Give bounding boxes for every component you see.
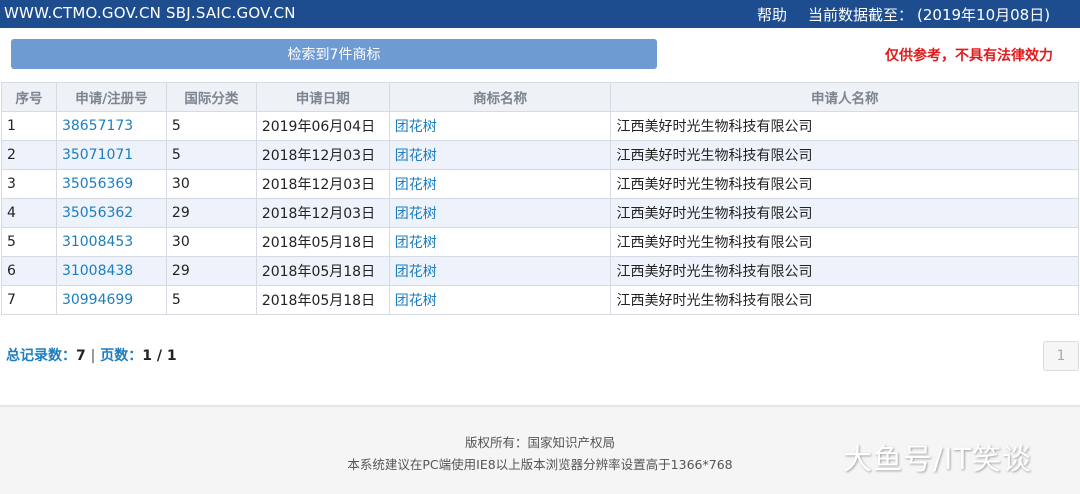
- pagination-page-button[interactable]: 1: [1043, 341, 1079, 371]
- total-records-label: 总记录数：: [6, 348, 76, 364]
- cell-serial: 3: [1, 169, 57, 199]
- cell-date: 2018年12月03日: [255, 169, 390, 199]
- cell-class: 30: [165, 227, 257, 257]
- pages-label: 页数：: [100, 348, 143, 364]
- cell-applicant: 江西美好时光生物科技有限公司: [610, 198, 1079, 228]
- trademark-name-link[interactable]: 团花树: [395, 293, 437, 309]
- cell-serial: 4: [1, 198, 57, 228]
- site-domains: WWW.CTMO.GOV.CN SBJ.SAIC.GOV.CN: [4, 4, 296, 22]
- reg-number-link[interactable]: 38657173: [62, 118, 133, 134]
- cell-date: 2018年05月18日: [255, 256, 390, 286]
- reg-number-link[interactable]: 31008438: [62, 263, 133, 279]
- cell-trademark-name: 团花树: [388, 198, 612, 228]
- header-date[interactable]: 申请日期: [255, 82, 390, 112]
- table-row[interactable]: 6 31008438 29 2018年05月18日 团花树 江西美好时光生物科技…: [1, 256, 1079, 286]
- trademark-name-link[interactable]: 团花树: [395, 235, 437, 251]
- cell-date: 2018年05月18日: [255, 285, 390, 315]
- reg-number-link[interactable]: 31008453: [62, 234, 133, 250]
- cell-serial: 7: [1, 285, 57, 315]
- cell-date: 2018年12月03日: [255, 198, 390, 228]
- cell-reg-number: 38657173: [55, 111, 167, 141]
- header-trademark-name[interactable]: 商标名称: [388, 82, 612, 112]
- table-row[interactable]: 1 38657173 5 2019年06月04日 团花树 江西美好时光生物科技有…: [1, 111, 1079, 141]
- data-date-label: 当前数据截至：: [808, 6, 914, 24]
- pages-value: 1 / 1: [142, 348, 177, 364]
- header-applicant[interactable]: 申请人名称: [610, 82, 1079, 112]
- watermark: 大鱼号/IT笑谈: [843, 442, 1033, 476]
- cell-class: 29: [165, 256, 257, 286]
- top-bar: WWW.CTMO.GOV.CN SBJ.SAIC.GOV.CN 帮助 当前数据截…: [0, 0, 1080, 28]
- trademark-name-link[interactable]: 团花树: [395, 264, 437, 280]
- cell-date: 2018年12月03日: [255, 140, 390, 170]
- reg-number-link[interactable]: 35056362: [62, 205, 133, 221]
- table-row[interactable]: 2 35071071 5 2018年12月03日 团花树 江西美好时光生物科技有…: [1, 140, 1079, 170]
- cell-date: 2018年05月18日: [255, 227, 390, 257]
- cell-class: 5: [165, 111, 257, 141]
- reg-number-link[interactable]: 35071071: [62, 147, 133, 163]
- cell-class: 29: [165, 198, 257, 228]
- disclaimer-text: 仅供参考，不具有法律效力: [885, 48, 1053, 64]
- cell-class: 5: [165, 285, 257, 315]
- header-serial[interactable]: 序号: [1, 82, 57, 112]
- cell-serial: 5: [1, 227, 57, 257]
- cell-serial: 6: [1, 256, 57, 286]
- data-date-value: (2019年10月08日): [917, 6, 1051, 24]
- cell-reg-number: 35056362: [55, 198, 167, 228]
- cell-trademark-name: 团花树: [388, 169, 612, 199]
- table-row[interactable]: 5 31008453 30 2018年05月18日 团花树 江西美好时光生物科技…: [1, 227, 1079, 257]
- trademark-name-link[interactable]: 团花树: [395, 148, 437, 164]
- cell-reg-number: 30994699: [55, 285, 167, 315]
- cell-serial: 1: [1, 111, 57, 141]
- cell-applicant: 江西美好时光生物科技有限公司: [610, 111, 1079, 141]
- cell-class: 5: [165, 140, 257, 170]
- cell-trademark-name: 团花树: [388, 256, 612, 286]
- cell-date: 2019年06月04日: [255, 111, 390, 141]
- cell-serial: 2: [1, 140, 57, 170]
- table-row[interactable]: 3 35056369 30 2018年12月03日 团花树 江西美好时光生物科技…: [1, 169, 1079, 199]
- trademark-name-link[interactable]: 团花树: [395, 206, 437, 222]
- header-reg-number[interactable]: 申请/注册号: [55, 82, 167, 112]
- trademark-name-link[interactable]: 团花树: [395, 177, 437, 193]
- reg-number-link[interactable]: 35056369: [62, 176, 133, 192]
- record-summary: 总记录数：7 | 页数：1 / 1: [6, 345, 177, 365]
- total-records-value: 7: [76, 348, 86, 364]
- header-class[interactable]: 国际分类: [165, 82, 257, 112]
- cell-applicant: 江西美好时光生物科技有限公司: [610, 256, 1079, 286]
- cell-trademark-name: 团花树: [388, 140, 612, 170]
- trademark-name-link[interactable]: 团花树: [395, 119, 437, 135]
- cell-reg-number: 31008453: [55, 227, 167, 257]
- reg-number-link[interactable]: 30994699: [62, 292, 133, 308]
- cell-applicant: 江西美好时光生物科技有限公司: [610, 285, 1079, 315]
- cell-reg-number: 35056369: [55, 169, 167, 199]
- cell-trademark-name: 团花树: [388, 111, 612, 141]
- cell-class: 30: [165, 169, 257, 199]
- cell-applicant: 江西美好时光生物科技有限公司: [610, 140, 1079, 170]
- summary-divider: |: [90, 348, 96, 364]
- search-result-button[interactable]: 检索到7件商标: [11, 39, 657, 69]
- trademark-results-table: 序号 申请/注册号 国际分类 申请日期 商标名称 申请人名称 1 3865717…: [1, 82, 1079, 315]
- cell-reg-number: 35071071: [55, 140, 167, 170]
- cell-reg-number: 31008438: [55, 256, 167, 286]
- cell-trademark-name: 团花树: [388, 227, 612, 257]
- table-row[interactable]: 4 35056362 29 2018年12月03日 团花树 江西美好时光生物科技…: [1, 198, 1079, 228]
- cell-applicant: 江西美好时光生物科技有限公司: [610, 227, 1079, 257]
- cell-applicant: 江西美好时光生物科技有限公司: [610, 169, 1079, 199]
- table-header-row: 序号 申请/注册号 国际分类 申请日期 商标名称 申请人名称: [1, 82, 1079, 112]
- help-link[interactable]: 帮助: [757, 4, 787, 25]
- table-row[interactable]: 7 30994699 5 2018年05月18日 团花树 江西美好时光生物科技有…: [1, 285, 1079, 315]
- cell-trademark-name: 团花树: [388, 285, 612, 315]
